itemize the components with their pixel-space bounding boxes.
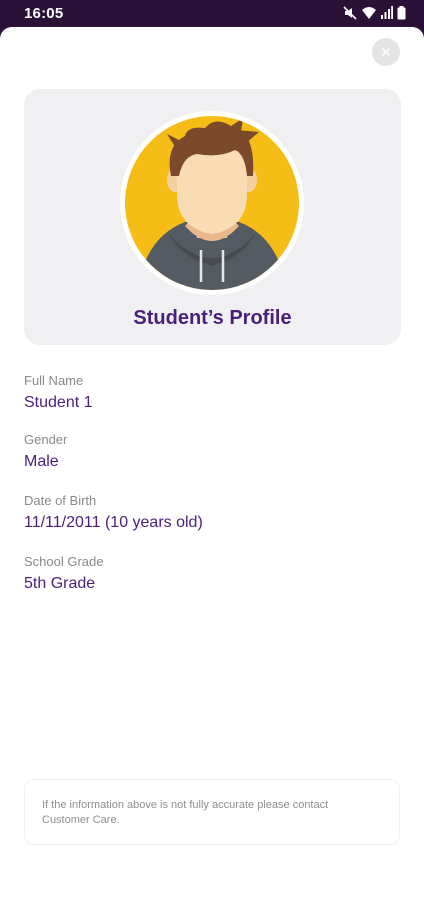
full-name-label: Full Name — [24, 373, 84, 388]
battery-icon — [397, 6, 406, 20]
date-of-birth-value: 11/11/2011 (10 years old) — [24, 514, 203, 531]
profile-title: Student’s Profile — [133, 307, 292, 329]
full-name-value: Student 1 — [24, 394, 93, 411]
profile-sheet: Student’s Profile Full Name Student 1 Ge… — [0, 27, 424, 900]
profile-card: Student’s Profile — [24, 89, 401, 345]
school-grade-field: School Grade 5th Grade — [24, 554, 104, 593]
mute-icon — [343, 6, 357, 20]
date-of-birth-field: Date of Birth 11/11/2011 (10 years old) — [24, 493, 203, 532]
status-bar: 16:05 — [0, 0, 424, 28]
signal-icon — [381, 6, 393, 19]
wifi-icon — [362, 7, 376, 19]
info-notice-text: If the information above is not fully ac… — [42, 799, 329, 826]
info-notice: If the information above is not fully ac… — [24, 779, 400, 845]
gender-field: Gender Male — [24, 432, 67, 471]
gender-label: Gender — [24, 432, 68, 447]
date-of-birth-label: Date of Birth — [24, 493, 97, 508]
school-grade-label: School Grade — [24, 554, 104, 569]
avatar-boy-icon — [120, 111, 304, 295]
status-time: 16:05 — [24, 5, 64, 22]
full-name-field: Full Name Student 1 — [24, 373, 93, 412]
status-icons — [343, 6, 406, 20]
gender-value: Male — [24, 453, 59, 470]
close-icon — [381, 47, 391, 57]
close-button[interactable] — [372, 38, 400, 66]
school-grade-value: 5th Grade — [24, 575, 96, 592]
